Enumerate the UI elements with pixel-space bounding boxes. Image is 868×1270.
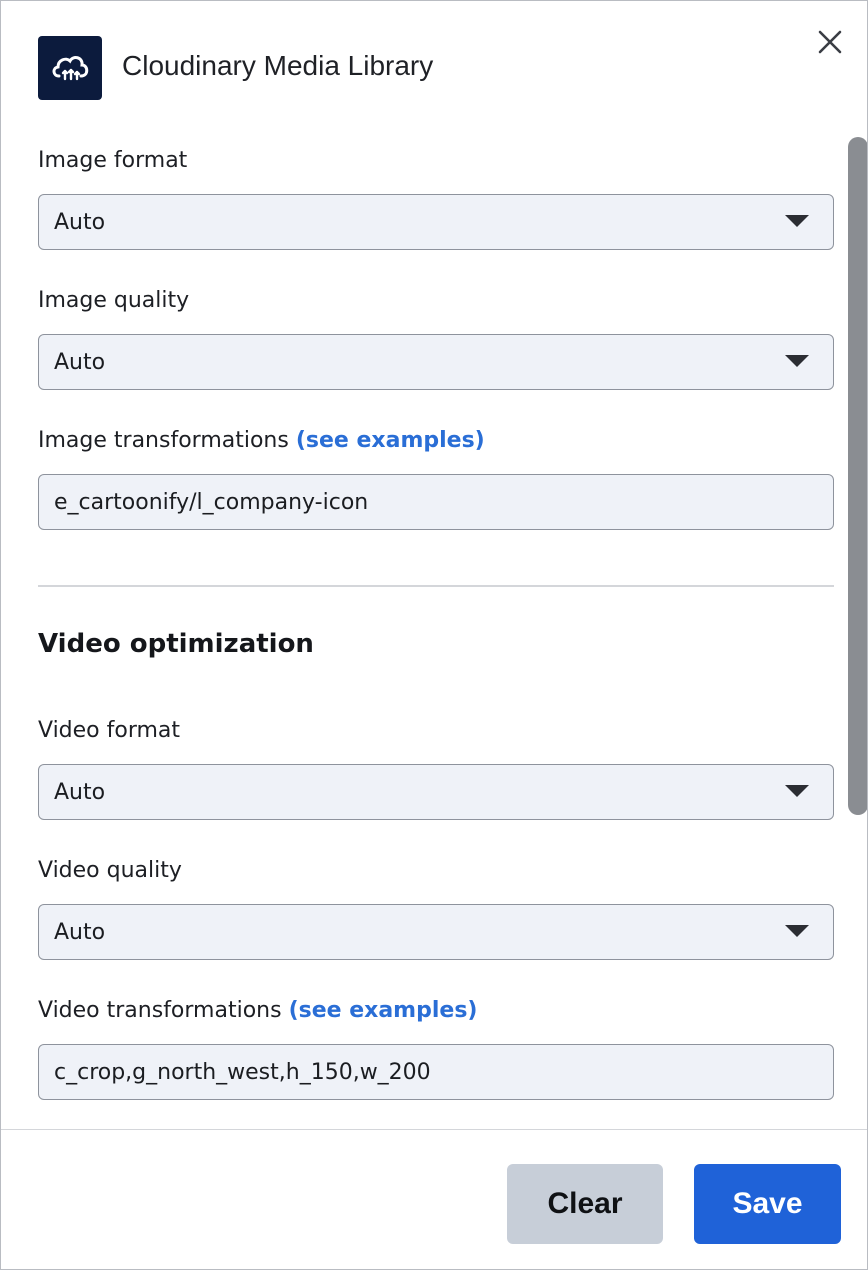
scrollbar[interactable] <box>846 135 867 1125</box>
image-transformations-value: e_cartoonify/l_company-icon <box>54 489 369 515</box>
close-button[interactable] <box>813 25 847 59</box>
chevron-down-icon <box>785 215 809 227</box>
dialog-title: Cloudinary Media Library <box>122 50 434 81</box>
video-quality-select[interactable]: Auto <box>38 904 834 960</box>
image-transformations-input[interactable]: e_cartoonify/l_company-icon <box>38 474 834 530</box>
dialog-footer: Clear Save <box>1 1129 867 1269</box>
image-format-select[interactable]: Auto <box>38 194 834 250</box>
video-transformations-label: Video transformations (see examples) <box>38 997 477 1025</box>
image-quality-select[interactable]: Auto <box>38 334 834 390</box>
image-format-label: Image format <box>38 148 188 173</box>
dialog-header: Cloudinary Media Library <box>1 1 867 131</box>
video-quality-value: Auto <box>54 919 106 945</box>
image-quality-value: Auto <box>54 349 106 375</box>
chevron-down-icon <box>785 355 809 367</box>
chevron-down-icon <box>785 785 809 797</box>
scrollbar-thumb[interactable] <box>848 137 867 815</box>
image-see-examples-link[interactable]: (see examples) <box>296 428 485 453</box>
video-transformations-input[interactable]: c_crop,g_north_west,h_150,w_200 <box>38 1044 834 1100</box>
video-transformations-label-text: Video transformations <box>38 998 282 1023</box>
video-transformations-value: c_crop,g_north_west,h_150,w_200 <box>54 1059 431 1085</box>
image-transformations-label-text: Image transformations <box>38 428 289 453</box>
chevron-down-icon <box>785 925 809 937</box>
image-quality-label: Image quality <box>38 288 190 313</box>
image-format-value: Auto <box>54 209 106 235</box>
save-button[interactable]: Save <box>694 1164 841 1244</box>
close-icon <box>818 30 842 54</box>
clear-button[interactable]: Clear <box>507 1164 663 1244</box>
video-optimization-heading: Video optimization <box>38 629 314 659</box>
settings-form: Image format Auto Image quality Auto Ima… <box>1 131 867 1129</box>
media-library-settings-dialog: Cloudinary Media Library Image format Au… <box>0 0 868 1270</box>
image-transformations-label: Image transformations (see examples) <box>38 427 485 455</box>
cloudinary-cloud-icon <box>38 36 102 100</box>
video-format-label: Video format <box>38 718 181 743</box>
video-format-select[interactable]: Auto <box>38 764 834 820</box>
video-quality-label: Video quality <box>38 858 182 883</box>
video-see-examples-link[interactable]: (see examples) <box>289 998 478 1023</box>
video-format-value: Auto <box>54 779 106 805</box>
section-divider <box>38 585 834 587</box>
